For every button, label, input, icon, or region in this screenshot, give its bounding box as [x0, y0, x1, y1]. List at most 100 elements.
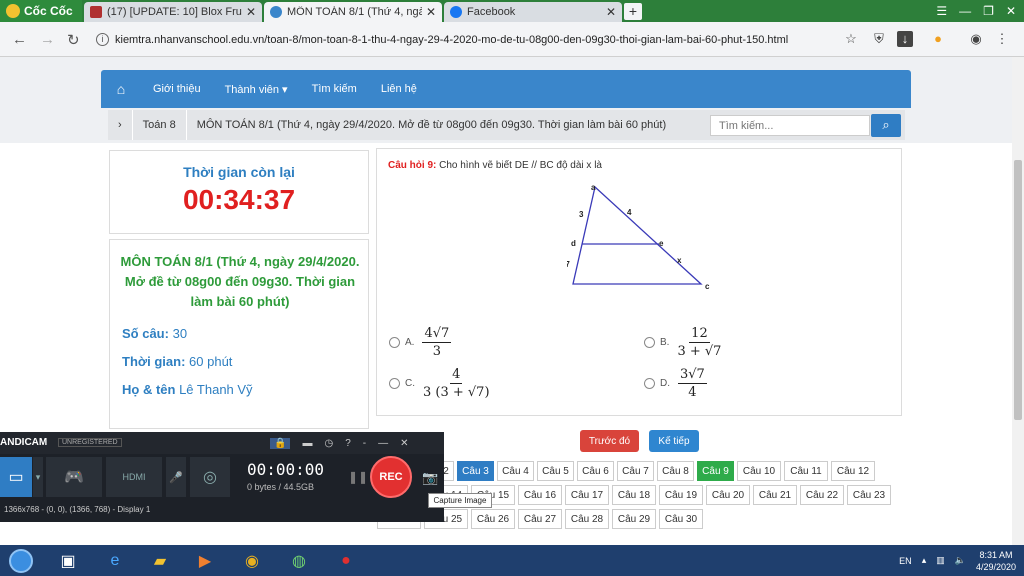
help-icon[interactable]: ? [345, 438, 351, 449]
record-button[interactable]: REC [370, 456, 412, 498]
option-b[interactable]: B. 12 3 + √7 [644, 326, 721, 359]
close-icon[interactable]: ✕ [426, 5, 436, 19]
question-button-22[interactable]: Câu 22 [800, 485, 844, 505]
question-button-29[interactable]: Câu 29 [612, 509, 656, 529]
question-button-8[interactable]: Câu 8 [657, 461, 694, 481]
language-indicator[interactable]: EN [899, 556, 912, 566]
question-button-30[interactable]: Câu 30 [659, 509, 703, 529]
home-icon[interactable]: ⌂ [101, 81, 141, 97]
radio-option-b[interactable] [644, 337, 655, 348]
question-button-5[interactable]: Câu 5 [537, 461, 574, 481]
option-d[interactable]: D. 3√7 4 [644, 367, 707, 400]
close-icon[interactable]: ✕ [246, 5, 256, 19]
question-button-20[interactable]: Câu 20 [706, 485, 750, 505]
next-button[interactable]: Kế tiếp [649, 430, 699, 452]
taskbar-app-ie[interactable]: e [95, 546, 135, 575]
mic-button[interactable]: 🎤 [166, 457, 186, 497]
collapse-icon[interactable]: — [378, 438, 388, 449]
breadcrumb-arrow-icon[interactable]: › [108, 110, 133, 140]
radio-option-c[interactable] [389, 378, 400, 389]
account-icon[interactable]: ◉ [968, 31, 984, 47]
new-tab-button[interactable]: + [624, 3, 642, 20]
webcam-button[interactable]: ◎ [190, 457, 230, 497]
option-a[interactable]: A. 4√7 3 [389, 326, 452, 359]
close-icon[interactable]: ✕ [400, 438, 408, 449]
question-button-9[interactable]: Câu 9 [697, 461, 734, 481]
search-input[interactable] [710, 115, 870, 136]
option-b-fraction: 12 3 + √7 [677, 326, 721, 359]
taskbar-app-chrome[interactable]: ◉ [232, 546, 272, 575]
tab-label: Facebook [467, 6, 516, 18]
bookmark-star-icon[interactable]: ☆ [843, 31, 859, 47]
back-icon[interactable]: ← [12, 31, 27, 48]
question-button-3[interactable]: Câu 3 [457, 461, 494, 481]
radio-option-d[interactable] [644, 378, 655, 389]
taskbar-app-explorer[interactable]: ▣ [48, 546, 88, 575]
breadcrumb-item[interactable]: MÔN TOÁN 8/1 (Thứ 4, ngày 29/4/2020. Mở … [187, 110, 676, 140]
question-button-21[interactable]: Câu 21 [753, 485, 797, 505]
minimize-icon[interactable]: — [959, 4, 971, 18]
breadcrumb-item[interactable]: Toán 8 [133, 110, 187, 140]
close-icon[interactable]: ✕ [606, 5, 616, 19]
question-button-10[interactable]: Câu 10 [737, 461, 781, 481]
question-button-19[interactable]: Câu 19 [659, 485, 703, 505]
scrollbar-thumb[interactable] [1014, 160, 1022, 420]
question-button-16[interactable]: Câu 16 [518, 485, 562, 505]
taskbar-app-media[interactable]: ▶ [185, 546, 225, 575]
close-window-icon[interactable]: ✕ [1006, 4, 1016, 18]
question-button-26[interactable]: Câu 26 [471, 509, 515, 529]
hdmi-mode-button[interactable]: HDMI [106, 457, 162, 497]
game-mode-button[interactable]: 🎮 [46, 457, 102, 497]
download-icon[interactable]: ↓ [897, 31, 913, 47]
nav-item-thanh-vien[interactable]: Thành viên ▾ [213, 83, 300, 96]
maximize-icon[interactable]: ❐ [983, 4, 994, 18]
folder-icon[interactable]: ▬ [302, 438, 312, 449]
taskbar-app-folder[interactable]: ▰ [140, 546, 180, 575]
nav-item-tim-kiem[interactable]: Tìm kiếm [300, 83, 369, 95]
volume-icon[interactable]: 🔈 [955, 555, 966, 566]
screen-mode-dropdown[interactable]: ▾ [33, 457, 43, 497]
browser-brand[interactable]: Cốc Cốc [0, 0, 82, 22]
question-button-6[interactable]: Câu 6 [577, 461, 614, 481]
minimize-icon[interactable]: - [363, 438, 366, 449]
question-button-7[interactable]: Câu 7 [617, 461, 654, 481]
nav-item-gioi-thieu[interactable]: Giới thiệu [141, 83, 213, 95]
more-menu-icon[interactable]: ⋮ [994, 31, 1010, 47]
adblock-icon[interactable]: ⛨ [871, 31, 887, 47]
nav-item-lien-he[interactable]: Liên hệ [369, 83, 429, 95]
prev-button[interactable]: Trước đó [580, 430, 639, 452]
tab-facebook[interactable]: Facebook ✕ [444, 2, 622, 22]
option-c[interactable]: C. 4 3 (3 + √7) [389, 367, 490, 400]
question-button-23[interactable]: Câu 23 [847, 485, 891, 505]
network-icon[interactable]: ▥ [936, 555, 945, 566]
question-button-18[interactable]: Câu 18 [612, 485, 656, 505]
reload-icon[interactable]: ↻ [67, 31, 80, 49]
camera-icon[interactable]: 📷 [422, 470, 438, 486]
tray-arrow-icon[interactable]: ▴ [922, 555, 927, 566]
taskbar-app-bandicam[interactable]: ● [326, 546, 366, 575]
question-button-11[interactable]: Câu 11 [784, 461, 828, 481]
question-button-17[interactable]: Câu 17 [565, 485, 609, 505]
tab-mon-toan[interactable]: MÔN TOÁN 8/1 (Thứ 4, ngày ✕ [264, 2, 442, 22]
notification-icon[interactable]: ● [930, 31, 946, 47]
radio-option-a[interactable] [389, 337, 400, 348]
length-ec-label: x [677, 256, 682, 265]
info-icon[interactable]: i [96, 33, 109, 46]
question-button-27[interactable]: Câu 27 [518, 509, 562, 529]
question-button-28[interactable]: Câu 28 [565, 509, 609, 529]
screen-mode-button[interactable]: ▭ [0, 457, 32, 497]
question-button-12[interactable]: Câu 12 [831, 461, 875, 481]
url-field[interactable]: i kiemtra.nhanvanschool.edu.vn/toan-8/mo… [96, 28, 836, 51]
question-button-4[interactable]: Câu 4 [497, 461, 534, 481]
taskbar-app-coccoc[interactable]: ◍ [279, 546, 319, 575]
forward-icon[interactable]: → [40, 31, 55, 48]
tab-blox-fruits[interactable]: (17) [UPDATE: 10] Blox Fruits ✕ [84, 2, 262, 22]
start-button[interactable] [4, 545, 38, 576]
facebook-icon [450, 6, 462, 18]
pause-icon[interactable]: ❚❚ [348, 470, 368, 484]
timer-icon[interactable]: ◷ [324, 438, 333, 449]
clock[interactable]: 8:31 AM 4/29/2020 [976, 549, 1016, 573]
search-button[interactable]: ⌕ [871, 114, 901, 137]
menu-icon[interactable]: ☰ [936, 4, 947, 18]
lock-icon[interactable]: 🔒 [270, 437, 291, 449]
